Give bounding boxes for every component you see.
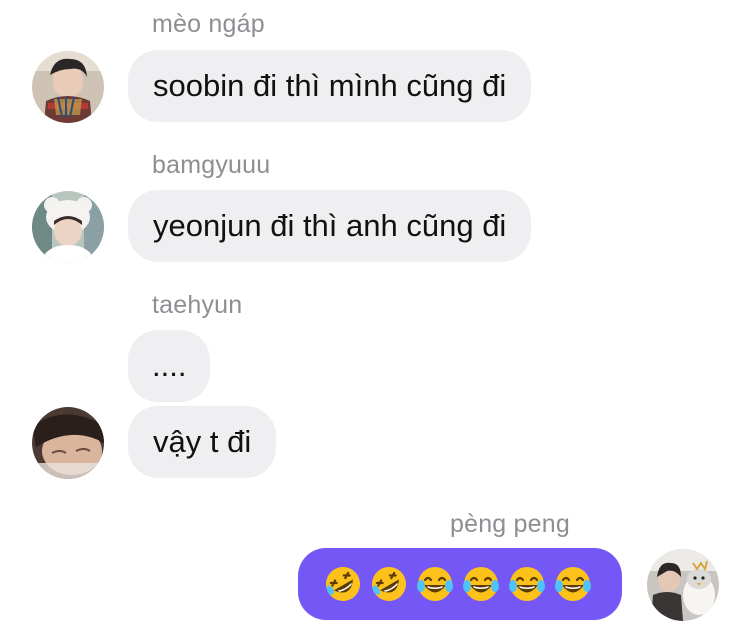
sender-name: taehyun (152, 291, 243, 319)
avatar-photo-bear-hat-icon (32, 191, 104, 263)
sender-name: pèng peng (450, 510, 570, 538)
face-with-tears-of-joy-icon (417, 567, 453, 601)
rolling-on-floor-laughing-icon (326, 567, 360, 601)
message-bubble[interactable]: yeonjun đi thì anh cũng đi (128, 190, 532, 262)
face-with-tears-of-joy-icon (555, 567, 591, 601)
sender-name: bamgyuuu (152, 151, 271, 179)
avatar[interactable] (32, 407, 104, 479)
outgoing-message-bubble[interactable] (298, 548, 622, 620)
avatar-photo-penguin-icon (647, 549, 719, 621)
avatar-photo-plaid-scarf-icon (32, 51, 104, 123)
avatar[interactable] (32, 191, 104, 263)
message-bubble[interactable]: .... (128, 330, 211, 402)
rolling-on-floor-laughing-icon (372, 567, 406, 601)
avatar[interactable] (32, 51, 104, 123)
face-with-tears-of-joy-icon (509, 567, 545, 601)
avatar[interactable] (647, 549, 719, 621)
sender-name: mèo ngáp (152, 10, 265, 38)
avatar-photo-sleeping-icon (32, 407, 104, 479)
face-with-tears-of-joy-icon (463, 567, 499, 601)
message-bubble[interactable]: vậy t đi (128, 406, 277, 478)
message-bubble[interactable]: soobin đi thì mình cũng đi (128, 50, 532, 122)
